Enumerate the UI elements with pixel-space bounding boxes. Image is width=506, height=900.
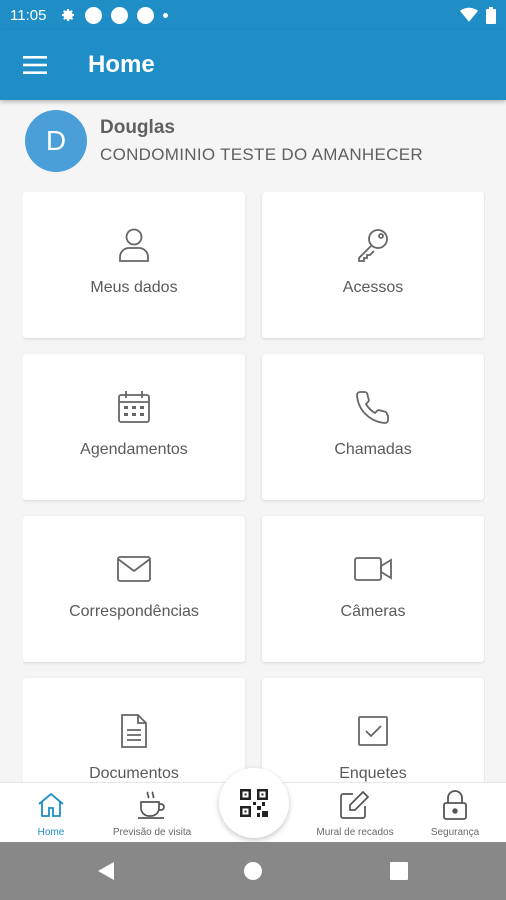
condominium-name: CONDOMINIO TESTE DO AMANHECER <box>100 145 423 164</box>
back-triangle-icon <box>98 862 114 880</box>
coffee-cup-icon <box>138 791 165 819</box>
nav-item-label: Segurança <box>430 827 480 838</box>
qr-code-button[interactable] <box>219 768 289 838</box>
menu-card-meus-dados[interactable]: Meus dados <box>23 192 245 338</box>
status-notification-icons <box>60 6 169 24</box>
menu-card-label: Documentos <box>89 765 179 782</box>
status-bar: 11:05 <box>0 0 506 30</box>
user-icon <box>119 228 149 262</box>
menu-card-cameras[interactable]: Câmeras <box>262 516 484 662</box>
menu-card-enquetes[interactable]: Enquetes <box>262 678 484 782</box>
recents-button[interactable] <box>369 842 429 900</box>
nav-item-label: Previsão de visita <box>112 827 192 838</box>
menu-card-correspondencias[interactable]: Correspondências <box>23 516 245 662</box>
user-name: Douglas <box>100 117 175 138</box>
home-circle-icon <box>244 862 262 880</box>
settings-icon <box>62 9 75 22</box>
nav-item-label: Mural de recados <box>316 827 394 838</box>
avatar: D <box>25 110 87 172</box>
back-button[interactable] <box>76 842 136 900</box>
menu-card-label: Acessos <box>342 279 404 296</box>
phone-icon <box>356 391 389 424</box>
video-camera-icon <box>354 557 392 581</box>
small-dot-icon <box>163 12 169 18</box>
menu-card-acessos[interactable]: Acessos <box>262 192 484 338</box>
menu-grid: Meus dados Acessos Agendamentos Chamadas… <box>23 192 485 782</box>
menu-card-agendamentos[interactable]: Agendamentos <box>23 354 245 500</box>
mail-icon <box>117 556 151 582</box>
menu-card-label: Câmeras <box>340 603 406 620</box>
calendar-icon <box>118 391 150 423</box>
nav-item-seguranca[interactable]: Segurança <box>423 783 487 843</box>
user-profile: D Douglas CONDOMINIO TESTE DO AMANHECER <box>25 110 423 172</box>
wifi-icon <box>460 7 478 22</box>
document-icon <box>121 714 147 748</box>
hamburger-menu-icon <box>23 56 47 74</box>
menu-card-documentos[interactable]: Documentos <box>23 678 245 782</box>
notification-dot-icon <box>137 6 155 24</box>
app-bar: Home <box>0 30 506 100</box>
battery-icon <box>486 6 496 24</box>
notification-dot-icon <box>85 6 103 24</box>
nav-item-label: Home <box>37 827 65 838</box>
notification-dot-icon <box>111 6 129 24</box>
recents-square-icon <box>390 862 408 880</box>
key-icon <box>358 229 388 262</box>
menu-card-label: Correspondências <box>69 603 199 620</box>
home-system-button[interactable] <box>223 842 283 900</box>
checkbox-icon <box>358 716 388 746</box>
nav-item-previsao-de-visita[interactable]: Previsão de visita <box>102 783 202 843</box>
lock-icon <box>443 790 467 820</box>
edit-note-icon <box>340 790 370 819</box>
system-navigation-bar <box>0 842 506 900</box>
menu-button[interactable] <box>0 30 70 100</box>
home-icon <box>38 792 64 817</box>
nav-item-home[interactable]: Home <box>26 783 76 843</box>
menu-card-label: Meus dados <box>90 279 178 296</box>
nav-item-mural-de-recados[interactable]: Mural de recados <box>305 783 405 843</box>
menu-card-label: Chamadas <box>334 441 412 458</box>
menu-card-label: Agendamentos <box>80 441 188 458</box>
menu-card-label: Enquetes <box>339 765 407 782</box>
menu-card-chamadas[interactable]: Chamadas <box>262 354 484 500</box>
qr-code-icon <box>240 789 268 817</box>
page-title: Home <box>88 51 155 78</box>
status-time: 11:05 <box>10 6 47 24</box>
